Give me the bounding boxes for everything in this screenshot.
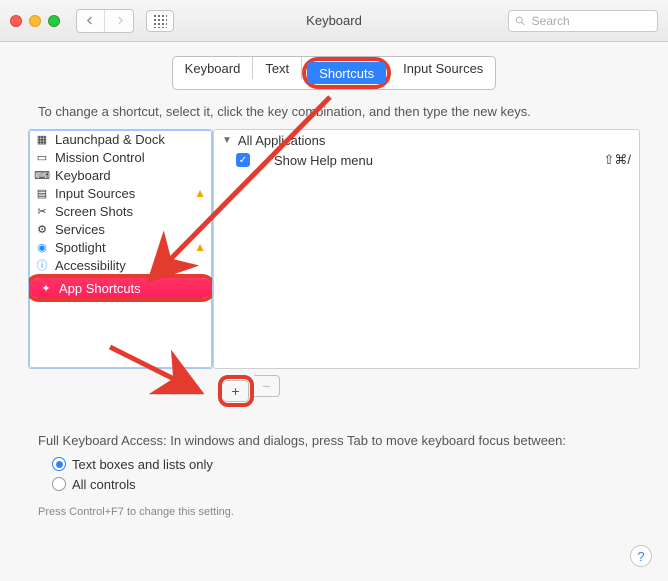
radio-button[interactable] <box>52 477 66 491</box>
group-row[interactable]: ▼ All Applications <box>214 130 639 150</box>
category-label: Services <box>55 222 105 237</box>
tab-bar: Keyboard Text Shortcuts Input Sources <box>28 56 640 90</box>
close-window-button[interactable] <box>10 15 22 27</box>
back-button[interactable] <box>77 10 105 32</box>
radio-text-boxes-only[interactable]: Text boxes and lists only <box>52 454 640 474</box>
titlebar: Keyboard <box>0 0 668 42</box>
window-controls <box>10 15 60 27</box>
category-label: Screen Shots <box>55 204 133 219</box>
group-label: All Applications <box>238 133 325 148</box>
category-input-sources[interactable]: ▤ Input Sources ▲ <box>29 184 212 202</box>
category-launchpad[interactable]: ▦ Launchpad & Dock <box>29 130 212 148</box>
checkbox-checked[interactable]: ✓ <box>236 153 250 167</box>
category-accessibility[interactable]: ⓘ Accessibility <box>29 256 212 274</box>
accessibility-icon: ⓘ <box>35 258 49 272</box>
category-label: Accessibility <box>55 258 126 273</box>
search-icon <box>515 15 526 27</box>
app-shortcuts-icon: ✦ <box>39 281 53 295</box>
minimize-window-button[interactable] <box>29 15 41 27</box>
camera-icon: ✂ <box>35 204 49 218</box>
category-label: Launchpad & Dock <box>55 132 165 147</box>
zoom-window-button[interactable] <box>48 15 60 27</box>
category-label: Spotlight <box>55 240 106 255</box>
help-button[interactable]: ? <box>630 545 652 567</box>
annotation-highlight-plus: + <box>218 375 254 407</box>
shortcut-row[interactable]: ✓ Show Help menu ⇧⌘/ <box>214 150 639 170</box>
launchpad-icon: ▦ <box>35 132 49 146</box>
tab-text[interactable]: Text <box>253 57 302 79</box>
category-label: Input Sources <box>55 186 135 201</box>
category-spotlight[interactable]: ◉ Spotlight ▲ <box>29 238 212 256</box>
category-list[interactable]: ▦ Launchpad & Dock ▭ Mission Control ⌨ K… <box>28 129 213 369</box>
input-sources-icon: ▤ <box>35 186 49 200</box>
warning-icon: ▲ <box>194 186 206 200</box>
search-field[interactable] <box>508 10 658 32</box>
tab-shortcuts[interactable]: Shortcuts <box>307 62 386 84</box>
shortcut-accelerator[interactable]: ⇧⌘/ <box>603 152 631 168</box>
keyboard-icon: ⌨ <box>35 168 49 182</box>
show-all-prefs-button[interactable] <box>146 10 174 32</box>
annotation-highlight-category: ✦ App Shortcuts <box>28 274 213 302</box>
forward-button[interactable] <box>105 10 133 32</box>
category-mission-control[interactable]: ▭ Mission Control <box>29 148 212 166</box>
nav-back-forward <box>76 9 134 33</box>
category-keyboard[interactable]: ⌨ Keyboard <box>29 166 212 184</box>
category-screen-shots[interactable]: ✂ Screen Shots <box>29 202 212 220</box>
tab-keyboard[interactable]: Keyboard <box>173 57 254 79</box>
instruction-text: To change a shortcut, select it, click t… <box>38 104 630 119</box>
gear-icon: ⚙ <box>35 222 49 236</box>
radio-label: Text boxes and lists only <box>72 457 213 472</box>
full-keyboard-access-section: Full Keyboard Access: In windows and dia… <box>38 433 640 518</box>
mission-control-icon: ▭ <box>35 150 49 164</box>
annotation-highlight-tab: Shortcuts <box>302 57 391 89</box>
category-services[interactable]: ⚙ Services <box>29 220 212 238</box>
category-app-shortcuts[interactable]: ✦ App Shortcuts <box>29 278 212 298</box>
radio-all-controls[interactable]: All controls <box>52 474 640 494</box>
search-input[interactable] <box>530 13 649 29</box>
preferences-pane: Keyboard Text Shortcuts Input Sources To… <box>0 42 668 581</box>
category-label: Keyboard <box>55 168 111 183</box>
disclosure-triangle-icon[interactable]: ▼ <box>222 135 232 146</box>
fka-hint: Press Control+F7 to change this setting. <box>38 506 640 518</box>
spotlight-icon: ◉ <box>35 240 49 254</box>
grid-icon <box>153 14 167 28</box>
radio-button-selected[interactable] <box>52 457 66 471</box>
radio-label: All controls <box>72 477 136 492</box>
remove-shortcut-button[interactable]: − <box>254 375 280 397</box>
category-label: App Shortcuts <box>59 281 141 296</box>
add-shortcut-button[interactable]: + <box>223 380 249 402</box>
fka-heading: Full Keyboard Access: In windows and dia… <box>38 433 640 448</box>
shortcut-label: Show Help menu <box>274 153 373 168</box>
shortcut-list[interactable]: ▼ All Applications ✓ Show Help menu ⇧⌘/ <box>213 129 640 369</box>
warning-icon: ▲ <box>194 240 206 254</box>
category-label: Mission Control <box>55 150 145 165</box>
tab-input-sources[interactable]: Input Sources <box>391 57 495 79</box>
